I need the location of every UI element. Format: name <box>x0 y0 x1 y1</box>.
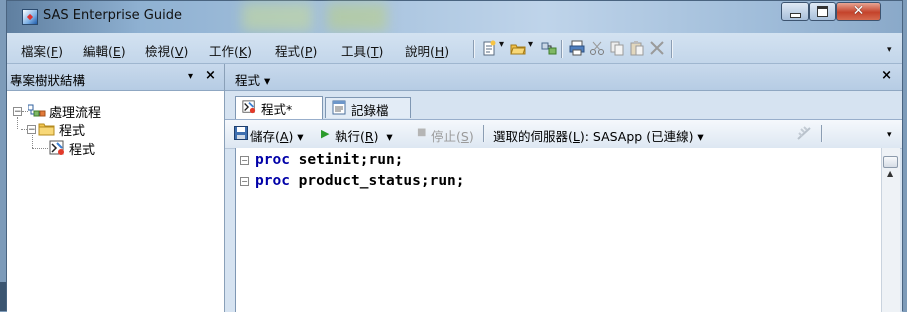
menu-help[interactable]: 說明(H) <box>405 41 449 60</box>
pane-menu-dropdown-icon[interactable]: ▾ <box>188 71 193 82</box>
open-folder-icon[interactable] <box>510 40 526 56</box>
program-icon <box>242 100 256 114</box>
editor-vertical-scrollbar[interactable]: ▲ <box>881 148 900 312</box>
toolbar-overflow-icon[interactable]: ▾ <box>887 130 892 140</box>
run-button[interactable]: 執行(R) ▾ <box>335 126 393 145</box>
new-item-icon[interactable] <box>481 40 497 56</box>
tree-node-process-flow[interactable]: 處理流程 <box>49 102 101 121</box>
document-pane: 程式 ▾ × 程式* 記錄檔 儲存(A) ▾ ▶ 執行(R) ▾ ■ 停止(S)… <box>225 64 902 312</box>
toolbar-separator <box>561 40 563 58</box>
paste-icon[interactable] <box>629 40 645 56</box>
program-icon <box>49 140 64 155</box>
save-button[interactable]: 儲存(A) ▾ <box>250 126 304 145</box>
maximize-button[interactable] <box>809 2 836 21</box>
document-tabs: 程式* 記錄檔 <box>225 91 902 119</box>
close-window-button[interactable]: ✕ <box>836 2 881 21</box>
close-icon: ✕ <box>852 3 865 19</box>
project-tree-header: 專案樹狀結構 ▾ × <box>7 64 224 91</box>
scroll-up-arrow-icon[interactable]: ▲ <box>887 169 893 178</box>
process-flow-icon <box>28 104 46 117</box>
dropdown-arrow-icon[interactable]: ▾ <box>528 39 533 50</box>
menu-tools[interactable]: 工具(T) <box>341 41 383 60</box>
maximize-icon <box>817 6 828 17</box>
disconnect-icon[interactable] <box>796 126 812 141</box>
scrollbar-thumb[interactable] <box>883 156 898 168</box>
code-line[interactable]: − proc setinit;run; <box>240 152 403 168</box>
toolbar-separator <box>671 40 673 58</box>
process-flow-icon[interactable] <box>541 40 557 56</box>
menu-view[interactable]: 檢視(V) <box>145 41 188 60</box>
tab-log[interactable]: 記錄檔 <box>325 97 411 118</box>
menu-tasks[interactable]: 工作(K) <box>209 41 252 60</box>
stop-icon: ■ <box>417 127 427 138</box>
minimize-icon <box>789 13 801 18</box>
code-line[interactable]: − proc product_status;run; <box>240 173 465 189</box>
desktop-edge <box>0 282 6 311</box>
application-window: SAS Enterprise Guide ✕ 檔案(F) 編輯(E) 檢視(V)… <box>6 0 903 312</box>
log-document-icon <box>332 100 346 115</box>
document-title[interactable]: 程式 ▾ <box>235 70 270 89</box>
window-title: SAS Enterprise Guide <box>43 8 182 23</box>
dropdown-arrow-icon[interactable]: ▾ <box>499 39 504 50</box>
toolbar-separator <box>483 125 485 142</box>
expander-program-folder[interactable]: − <box>27 125 36 135</box>
document-close-icon[interactable]: × <box>881 68 892 83</box>
save-icon <box>234 126 248 140</box>
code-editor[interactable]: − proc setinit;run; − proc product_status;… <box>235 148 881 312</box>
run-icon: ▶ <box>321 127 330 140</box>
document-header: 程式 ▾ × <box>225 64 902 91</box>
sas-app-icon[interactable] <box>22 9 38 25</box>
fold-icon[interactable]: − <box>240 176 249 186</box>
delete-icon[interactable] <box>649 40 665 56</box>
tree-node-program-folder[interactable]: 程式 <box>59 120 85 139</box>
copy-icon[interactable] <box>609 40 625 56</box>
toolbar-separator <box>473 40 475 58</box>
minimize-button[interactable] <box>781 2 809 21</box>
tree-node-program[interactable]: 程式 <box>69 139 95 158</box>
menu-program[interactable]: 程式(P) <box>275 41 317 60</box>
expander-process-flow[interactable]: − <box>13 107 22 117</box>
print-icon[interactable] <box>569 40 585 56</box>
pane-close-icon[interactable]: × <box>205 68 216 83</box>
menu-edit[interactable]: 編輯(E) <box>83 41 126 60</box>
folder-icon <box>38 123 55 136</box>
cut-icon[interactable] <box>589 40 605 56</box>
menu-file[interactable]: 檔案(F) <box>21 41 63 60</box>
project-tree-title: 專案樹狀結構 <box>10 73 86 88</box>
stop-button[interactable]: 停止(S) <box>431 126 474 145</box>
title-bar[interactable]: SAS Enterprise Guide ✕ <box>7 1 902 33</box>
editor-toolbar: 儲存(A) ▾ ▶ 執行(R) ▾ ■ 停止(S) 選取的伺服器(L): SAS… <box>225 119 902 149</box>
menu-bar: 檔案(F) 編輯(E) 檢視(V) 工作(K) 程式(P) 工具(T) 說明(H… <box>7 33 902 64</box>
tab-log-label: 記錄檔 <box>351 103 389 118</box>
fold-icon[interactable]: − <box>240 155 249 165</box>
tab-program-label: 程式* <box>261 102 293 117</box>
toolbar-separator <box>821 125 823 142</box>
server-selector[interactable]: 選取的伺服器(L): SASApp (已連線) ▾ <box>493 126 704 145</box>
toolbar-overflow-icon[interactable]: ▾ <box>887 45 892 55</box>
tab-program[interactable]: 程式* <box>235 96 323 119</box>
project-tree-pane: 專案樹狀結構 ▾ × − 處理流程 − 程式 程式 <box>7 64 225 312</box>
